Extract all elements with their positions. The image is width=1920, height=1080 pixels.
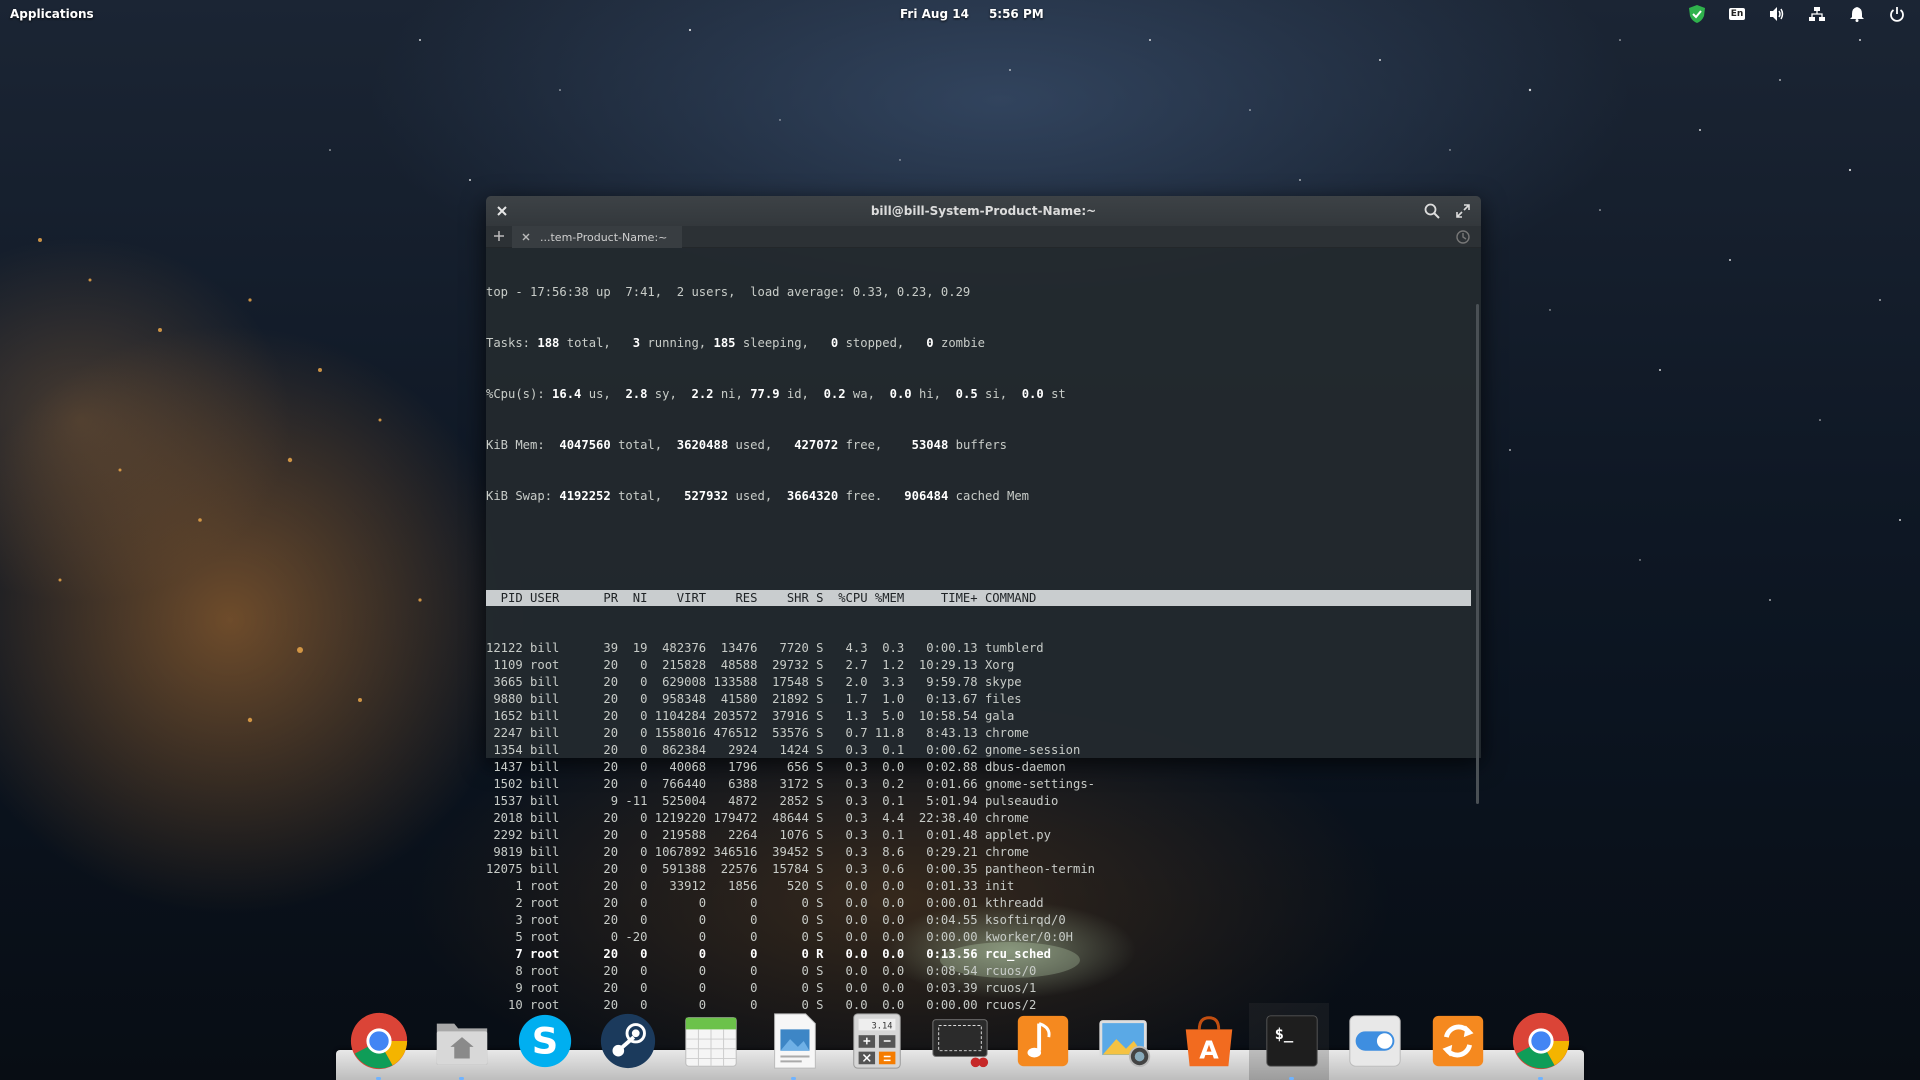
tasks-line: Tasks: 188 total, 3 running, 185 sleepin…	[486, 336, 986, 350]
keyboard-layout-icon[interactable]: En	[1726, 4, 1748, 24]
calculator-icon[interactable]: 3.14	[844, 1008, 910, 1074]
new-tab-icon[interactable]	[492, 229, 506, 243]
process-row: 9 root 20 0 0 0 0 S 0.0 0.0 0:03.39 rcuo…	[486, 981, 1037, 995]
tab-bar: ...tem-Product-Name:~	[486, 226, 1481, 248]
files-home-icon[interactable]	[429, 1008, 495, 1080]
svg-text:S: S	[532, 1020, 559, 1063]
process-row: 8 root 20 0 0 0 0 S 0.0 0.0 0:08.54 rcuo…	[486, 964, 1037, 978]
process-table-header: PID USER PR NI VIRT RES SHR S %CPU %MEM …	[486, 590, 1471, 606]
process-row: 2292 bill 20 0 219588 2264 1076 S 0.3 0.…	[486, 828, 1051, 842]
chrome-icon[interactable]	[1508, 1008, 1574, 1080]
process-row: 1354 bill 20 0 862384 2924 1424 S 0.3 0.…	[486, 743, 1081, 757]
network-icon[interactable]	[1806, 4, 1828, 24]
power-icon[interactable]	[1886, 4, 1908, 24]
process-row: 1537 bill 9 -11 525004 4872 2852 S 0.3 0…	[486, 794, 1059, 808]
process-row: 7 root 20 0 0 0 0 R 0.0 0.0 0:13.56 rcu_…	[486, 947, 1051, 961]
notifications-icon[interactable]	[1846, 4, 1868, 24]
search-icon[interactable]	[1423, 202, 1441, 220]
process-row: 1 root 20 0 33912 1856 520 S 0.0 0.0 0:0…	[486, 879, 1015, 893]
close-icon[interactable]	[494, 203, 510, 219]
cpu-line: %Cpu(s): 16.4 us, 2.8 sy, 2.2 ni, 77.9 i…	[486, 387, 1066, 401]
calendar-icon[interactable]	[678, 1008, 744, 1074]
applications-menu[interactable]: Applications	[10, 7, 94, 21]
dock: S 3.14 A $_	[336, 1000, 1584, 1080]
maximize-icon[interactable]	[1455, 203, 1471, 219]
check-shield-icon[interactable]	[1686, 4, 1708, 24]
process-row: 2 root 20 0 0 0 0 S 0.0 0.0 0:00.01 kthr…	[486, 896, 1044, 910]
process-row: 3 root 20 0 0 0 0 S 0.0 0.0 0:04.55 ksof…	[486, 913, 1066, 927]
skype-icon[interactable]: S	[512, 1008, 578, 1074]
window-title: bill@bill-System-Product-Name:~	[870, 204, 1097, 218]
process-row: 9880 bill 20 0 958348 41580 21892 S 1.7 …	[486, 692, 1022, 706]
process-row: 9819 bill 20 0 1067892 346516 39452 S 0.…	[486, 845, 1029, 859]
indicator-area: En	[1686, 4, 1908, 24]
terminal-icon[interactable]: $_	[1259, 1008, 1325, 1080]
process-row: 1437 bill 20 0 40068 1796 656 S 0.3 0.0 …	[486, 760, 1066, 774]
process-row: 5 root 0 -20 0 0 0 S 0.0 0.0 0:00.00 kwo…	[486, 930, 1073, 944]
date-label: Fri Aug 14	[900, 7, 969, 21]
process-row: 12075 bill 20 0 591388 22576 15784 S 0.3…	[486, 862, 1096, 876]
window-titlebar[interactable]: bill@bill-System-Product-Name:~	[486, 196, 1481, 226]
tab-close-icon[interactable]	[520, 231, 532, 243]
terminal-scrollbar[interactable]	[1476, 304, 1479, 804]
music-icon[interactable]	[1010, 1008, 1076, 1074]
svg-text:A: A	[1199, 1035, 1219, 1064]
process-row: 1109 root 20 0 215828 48588 29732 S 2.7 …	[486, 658, 1015, 672]
terminal-output[interactable]: top - 17:56:38 up 7:41, 2 users, load av…	[486, 248, 1481, 1065]
document-viewer-icon[interactable]	[761, 1008, 827, 1080]
steam-icon[interactable]	[595, 1008, 661, 1074]
history-icon[interactable]	[1455, 229, 1471, 245]
app-center-icon[interactable]: A	[1176, 1008, 1242, 1074]
screenshot-icon[interactable]	[927, 1008, 993, 1074]
process-row: 1652 bill 20 0 1104284 203572 37916 S 1.…	[486, 709, 1015, 723]
process-table: 12122 bill 39 19 482376 13476 7720 S 4.3…	[486, 640, 1481, 1014]
tab-terminal[interactable]: ...tem-Product-Name:~	[512, 226, 682, 248]
swap-line: KiB Swap: 4192252 total, 527932 used, 36…	[486, 489, 1030, 503]
svg-text:$_: $_	[1275, 1025, 1294, 1043]
clock[interactable]: Fri Aug 14 5:56 PM	[900, 7, 1044, 21]
process-row: 2018 bill 20 0 1219220 179472 48644 S 0.…	[486, 811, 1029, 825]
volume-icon[interactable]	[1766, 4, 1788, 24]
top-uptime-line: top - 17:56:38 up 7:41, 2 users, load av…	[486, 285, 971, 299]
calculator-display: 3.14	[872, 1021, 893, 1031]
process-row: 12122 bill 39 19 482376 13476 7720 S 4.3…	[486, 641, 1044, 655]
keyboard-layout-label: En	[1728, 8, 1746, 20]
process-row: 3665 bill 20 0 629008 133588 17548 S 2.0…	[486, 675, 1022, 689]
process-row: 2247 bill 20 0 1558016 476512 53576 S 0.…	[486, 726, 1029, 740]
chrome-icon[interactable]	[346, 1008, 412, 1080]
time-label: 5:56 PM	[988, 7, 1044, 21]
terminal-window[interactable]: bill@bill-System-Product-Name:~ ...tem-P…	[486, 196, 1481, 1012]
top-panel: Applications Fri Aug 14 5:56 PM En	[0, 0, 1920, 28]
software-update-icon[interactable]	[1425, 1008, 1491, 1074]
photos-icon[interactable]	[1093, 1008, 1159, 1074]
process-row: 1502 bill 20 0 766440 6388 3172 S 0.3 0.…	[486, 777, 1096, 791]
system-settings-toggle-icon[interactable]	[1342, 1008, 1408, 1074]
mem-line: KiB Mem: 4047560 total, 3620488 used, 42…	[486, 438, 1008, 452]
tab-label: ...tem-Product-Name:~	[540, 230, 668, 244]
